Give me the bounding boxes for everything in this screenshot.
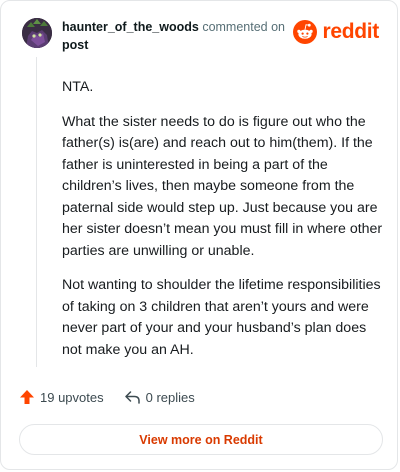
comment-body: NTA. What the sister needs to do is figu… [62,77,384,374]
upvote-arrow-icon [20,390,34,404]
reddit-comment-embed: haunter_of_the_woods commented on post r… [0,0,398,470]
upvote-button[interactable]: 19 upvotes [19,389,104,405]
comment-paragraph: NTA. [62,79,94,95]
view-more-button[interactable]: View more on Reddit [19,424,383,455]
comment-actions: 19 upvotes 0 replies [19,389,195,405]
reply-button[interactable]: 0 replies [124,390,195,405]
avatar-image [22,18,52,48]
reply-count: 0 replies [145,389,195,405]
comment-header: haunter_of_the_woods commented on post [62,18,302,54]
username-link[interactable]: haunter_of_the_woods [62,20,199,34]
reply-arrow-icon [124,390,140,404]
comment-paragraph: What the sister needs to do is figure ou… [62,113,383,259]
reddit-snoo-icon [293,20,318,44]
thread-line [36,57,37,367]
reddit-wordmark: reddit [322,20,379,43]
reddit-logo[interactable]: reddit [293,20,379,44]
avatar[interactable] [22,18,52,48]
upvote-count: 19 upvotes [40,389,104,405]
comment-paragraph: Not wanting to shoulder the lifetime res… [62,277,381,358]
post-link[interactable]: post [62,38,88,52]
comment-action-text: commented on [202,20,285,34]
